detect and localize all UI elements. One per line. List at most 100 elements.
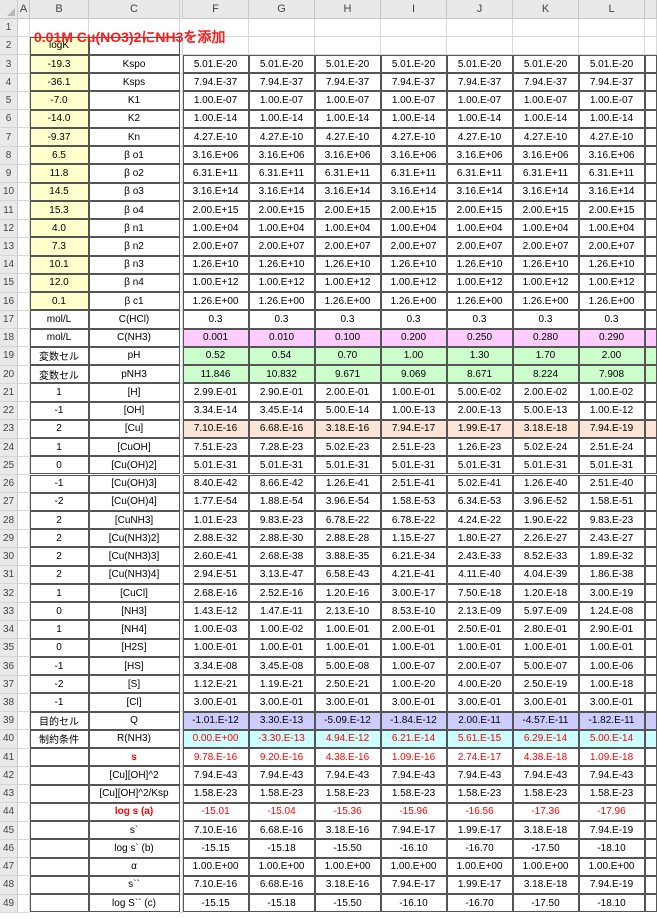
cell-l28[interactable]: 9.83.E-23: [578, 510, 645, 530]
cell-g9[interactable]: 6.31.E+11: [248, 164, 315, 183]
cell-g20[interactable]: 10.832: [248, 365, 315, 384]
column-header-i[interactable]: I: [381, 0, 447, 19]
cell-a8[interactable]: [18, 146, 30, 165]
cell-a38[interactable]: [18, 693, 30, 713]
cell-g44[interactable]: -15.04: [248, 802, 315, 822]
cell-j45[interactable]: 1.99.E-17: [446, 821, 513, 840]
cell-h17[interactable]: 0.3: [314, 310, 381, 329]
cell-l42[interactable]: 7.94.E-43: [578, 766, 645, 785]
cell-f20[interactable]: 11.846: [182, 365, 249, 384]
cell-k8[interactable]: 3.16.E+06: [512, 146, 579, 165]
cell-c22[interactable]: [OH]: [88, 401, 180, 420]
cell-c19[interactable]: pH: [88, 346, 180, 366]
cell-partial-47[interactable]: [644, 857, 657, 876]
cell-i15[interactable]: 1.00.E+12: [380, 273, 447, 293]
cell-j35[interactable]: 1.00.E-01: [446, 638, 513, 657]
cell-partial-4[interactable]: [644, 73, 657, 92]
cell-i37[interactable]: 1.00.E-20: [380, 675, 447, 694]
cell-k41[interactable]: 4.38.E-18: [512, 748, 579, 767]
cell-k5[interactable]: 1.00.E-07: [512, 91, 579, 110]
cell-l7[interactable]: 4.27.E-10: [578, 127, 645, 147]
cell-j47[interactable]: 1.00.E+00: [446, 857, 513, 876]
cell-h7[interactable]: 4.27.E-10: [314, 127, 381, 147]
row-header-28[interactable]: 28: [0, 511, 18, 530]
cell-a19[interactable]: [18, 347, 30, 366]
cell-j14[interactable]: 1.26.E+10: [446, 255, 513, 274]
cell-c28[interactable]: [CuNH3]: [88, 510, 180, 530]
row-header-41[interactable]: 41: [0, 748, 18, 767]
cell-h22[interactable]: 5.00.E-14: [314, 401, 381, 420]
row-header-34[interactable]: 34: [0, 620, 18, 640]
cell-j4[interactable]: 7.94.E-37: [446, 73, 513, 92]
cell-a4[interactable]: [18, 73, 30, 92]
cell-i20[interactable]: 9.069: [380, 365, 447, 384]
cell-l34[interactable]: 2.90.E-01: [578, 620, 645, 639]
cell-c5[interactable]: K1: [88, 91, 180, 110]
cell-partial-38[interactable]: [644, 693, 657, 712]
cell-l43[interactable]: 1.58.E-23: [578, 784, 645, 803]
cell-partial-33[interactable]: [644, 602, 657, 621]
cell-b12[interactable]: 4.0: [29, 219, 89, 238]
cell-partial-37[interactable]: [644, 675, 657, 694]
cell-a10[interactable]: [18, 183, 30, 202]
column-header-partial[interactable]: [645, 0, 657, 19]
cell-i10[interactable]: 3.16.E+14: [380, 182, 447, 201]
cell-i16[interactable]: 1.26.E+00: [380, 292, 447, 311]
row-header-12[interactable]: 12: [0, 219, 18, 238]
cell-a1[interactable]: [18, 19, 30, 38]
cell-partial-49[interactable]: [644, 894, 657, 913]
cell-k47[interactable]: 1.00.E+00: [512, 857, 579, 876]
cell-c33[interactable]: [NH3]: [88, 602, 180, 621]
cell-i49[interactable]: -16.10: [380, 894, 447, 913]
row-header-19[interactable]: 19: [0, 347, 18, 366]
cell-i32[interactable]: 3.00.E-17: [380, 583, 447, 603]
cell-a27[interactable]: [18, 493, 30, 512]
cell-h2[interactable]: [315, 37, 381, 56]
cell-f21[interactable]: 2.99.E-01: [182, 383, 249, 402]
cell-l11[interactable]: 2.00.E+15: [578, 200, 645, 220]
cell-h48[interactable]: 3.18.E-16: [314, 875, 381, 894]
cell-l22[interactable]: 1.00.E-12: [578, 401, 645, 420]
cell-k42[interactable]: 7.94.E-43: [512, 766, 579, 785]
cell-h39[interactable]: -5.09.E-12: [314, 711, 381, 730]
cell-a45[interactable]: [18, 821, 30, 840]
cell-c6[interactable]: K2: [88, 109, 180, 128]
cell-g32[interactable]: 2.52.E-16: [248, 583, 315, 603]
cell-b38[interactable]: -1: [29, 693, 89, 712]
cell-k29[interactable]: 2.26.E-27: [512, 529, 579, 548]
cell-a26[interactable]: [18, 475, 30, 494]
cell-i9[interactable]: 6.31.E+11: [380, 164, 447, 183]
cell-b42[interactable]: [29, 766, 89, 785]
cell-f30[interactable]: 2.60.E-41: [182, 547, 249, 566]
cell-b39[interactable]: 目的セル: [29, 711, 89, 730]
row-header-48[interactable]: 48: [0, 876, 18, 895]
cell-h29[interactable]: 2.88.E-28: [314, 529, 381, 548]
cell-b26[interactable]: -1: [29, 474, 89, 493]
cell-j15[interactable]: 1.00.E+12: [446, 273, 513, 293]
cell-a2[interactable]: [18, 37, 30, 56]
cell-f19[interactable]: 0.52: [182, 346, 249, 366]
cell-f37[interactable]: 1.12.E-21: [182, 675, 249, 694]
cell-partial-15[interactable]: [644, 273, 657, 293]
cell-i6[interactable]: 1.00.E-14: [380, 109, 447, 128]
cell-b27[interactable]: -2: [29, 492, 89, 511]
cell-h5[interactable]: 1.00.E-07: [314, 91, 381, 110]
cell-a24[interactable]: [18, 438, 30, 457]
row-header-21[interactable]: 21: [0, 383, 18, 403]
cell-b17[interactable]: mol/L: [29, 310, 89, 329]
cell-l41[interactable]: 1.09.E-18: [578, 748, 645, 767]
cell-h8[interactable]: 3.16.E+06: [314, 146, 381, 165]
cell-j26[interactable]: 5.02.E-41: [446, 474, 513, 493]
cell-k14[interactable]: 1.26.E+10: [512, 255, 579, 274]
cell-h25[interactable]: 5.01.E-31: [314, 456, 381, 475]
cell-i4[interactable]: 7.94.E-37: [380, 73, 447, 92]
cell-c45[interactable]: s`: [88, 821, 180, 840]
cell-a23[interactable]: [18, 420, 30, 439]
cell-f5[interactable]: 1.00.E-07: [182, 91, 249, 110]
cell-i5[interactable]: 1.00.E-07: [380, 91, 447, 110]
cell-b28[interactable]: 2: [29, 510, 89, 530]
cell-i45[interactable]: 7.94.E-17: [380, 821, 447, 840]
cell-h14[interactable]: 1.26.E+10: [314, 255, 381, 274]
cell-g45[interactable]: 6.68.E-16: [248, 821, 315, 840]
cell-j49[interactable]: -16.70: [446, 894, 513, 913]
